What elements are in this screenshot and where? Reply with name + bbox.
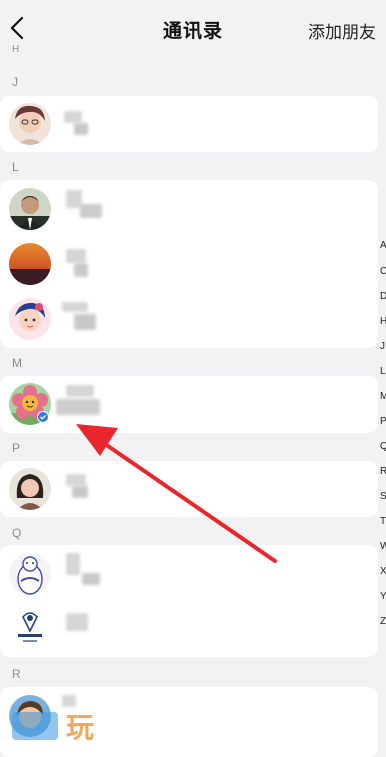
watermark-logo: 玩 <box>12 700 112 746</box>
annotation-arrow-icon <box>76 424 277 563</box>
watermark-text: 玩 <box>66 712 95 743</box>
